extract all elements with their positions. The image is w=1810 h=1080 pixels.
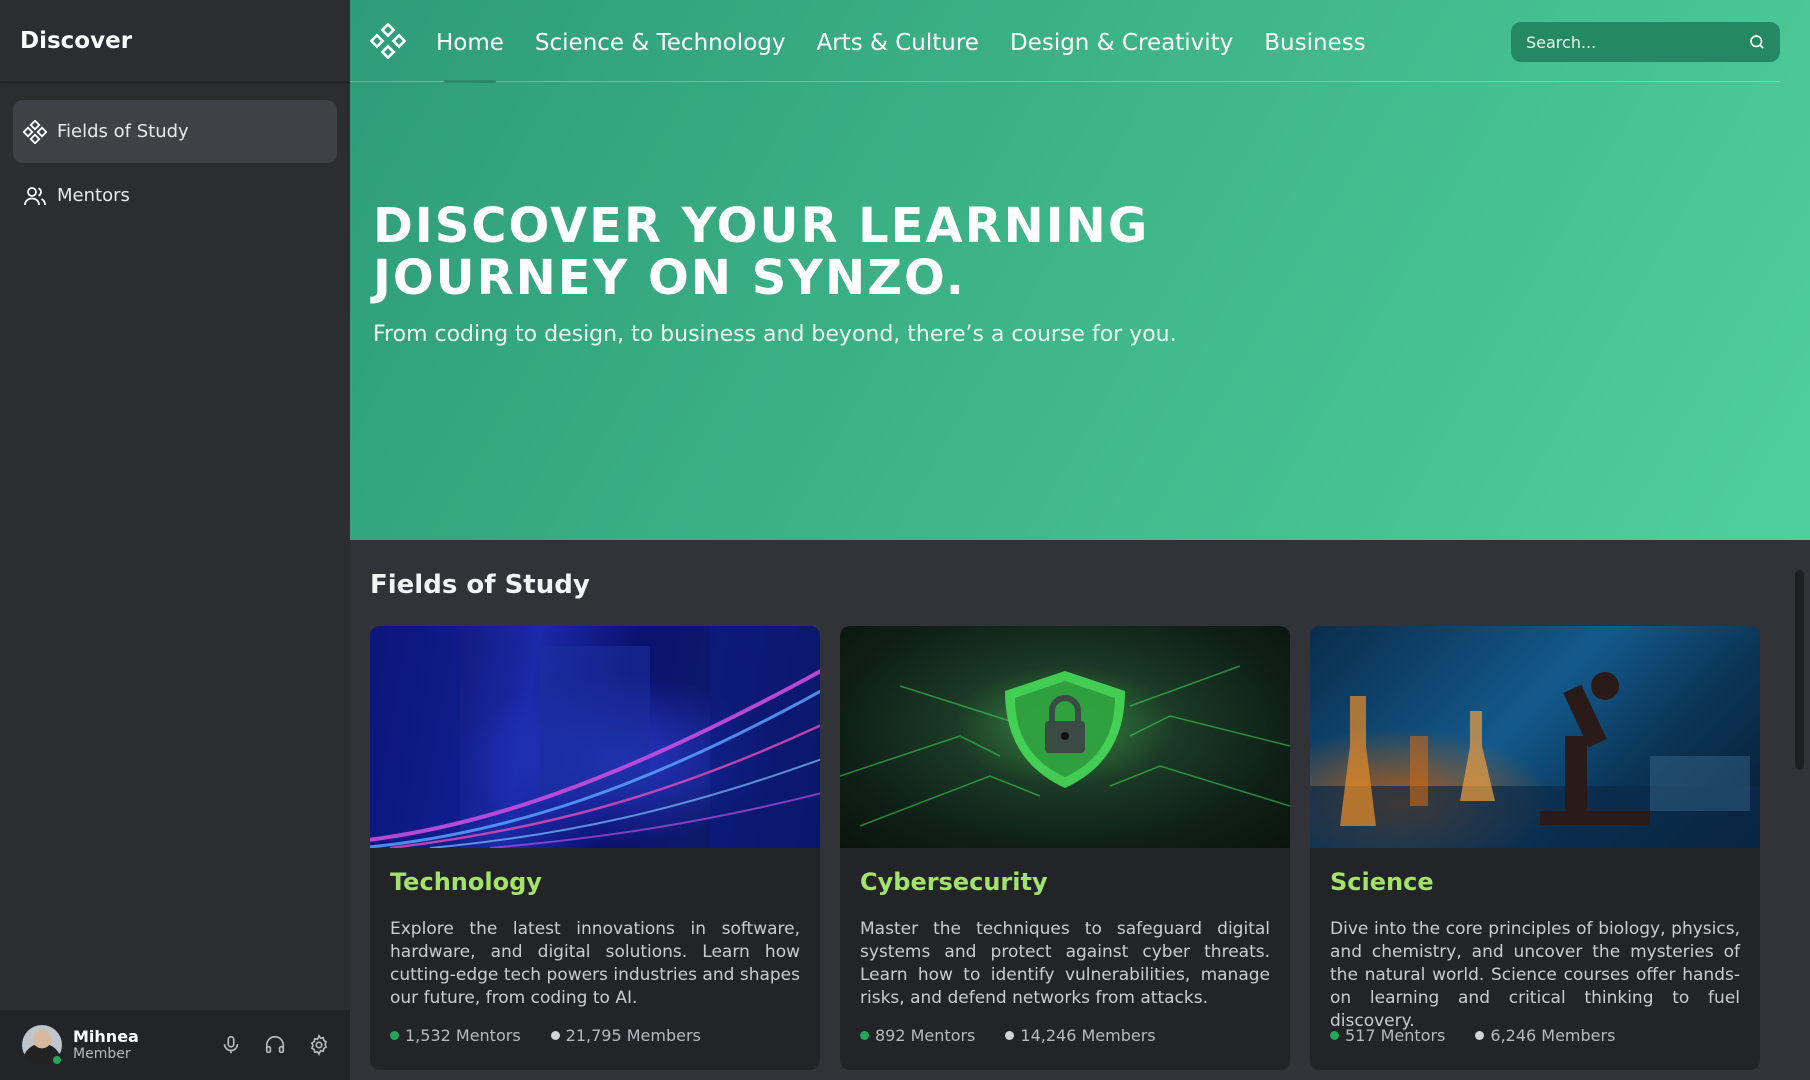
mentor-count-label: 517 Mentors <box>1345 1026 1446 1045</box>
member-dot-icon <box>550 1031 560 1040</box>
sidebar-item-label: Mentors <box>57 185 130 206</box>
online-dot-icon <box>860 1031 869 1040</box>
technology-card-image <box>370 626 820 848</box>
technology-image-art <box>370 626 820 848</box>
member-count: 14,246 Members <box>1005 1026 1156 1045</box>
science-image-art <box>1310 672 1760 848</box>
member-dot-icon <box>1005 1031 1015 1040</box>
card-stats: 892 Mentors 14,246 Members <box>860 1026 1270 1045</box>
sidebar-header: Discover <box>0 0 350 82</box>
users-icon <box>24 186 46 205</box>
card-title: Technology <box>390 868 542 896</box>
cybersecurity-card-image <box>840 626 1290 848</box>
user-actions <box>220 1034 330 1056</box>
member-count: 21,795 Members <box>550 1026 701 1045</box>
tab-home[interactable]: Home <box>436 0 504 83</box>
user-panel: Mihnea Member <box>0 1010 350 1080</box>
card-description: Explore the latest innovations in softwa… <box>390 919 800 1008</box>
cybersecurity-image-art <box>840 665 1290 827</box>
field-card-technology[interactable]: Technology Explore the latest innovation… <box>370 626 820 1070</box>
hero-banner: Home Science & Technology Arts & Culture… <box>350 0 1810 540</box>
fields-card-grid: Technology Explore the latest innovation… <box>370 626 1760 1070</box>
microphone-icon[interactable] <box>220 1034 242 1056</box>
science-card-image <box>1310 626 1760 848</box>
member-count-label: 14,246 Members <box>1020 1026 1156 1045</box>
tab-science-technology[interactable]: Science & Technology <box>535 0 786 82</box>
card-stats: 517 Mentors 6,246 Members <box>1330 1026 1740 1045</box>
gear-icon[interactable] <box>308 1034 330 1056</box>
avatar[interactable] <box>22 1025 64 1067</box>
sidebar-item-fields-of-study[interactable]: Fields of Study <box>13 100 337 163</box>
tab-business[interactable]: Business <box>1264 0 1365 82</box>
mentor-count: 892 Mentors <box>860 1026 975 1045</box>
user-role: Member <box>73 1046 131 1063</box>
logo-icon[interactable] <box>370 22 406 59</box>
diamond-cluster-icon <box>23 119 47 144</box>
online-dot-icon <box>390 1031 399 1040</box>
card-title: Cybersecurity <box>860 868 1048 896</box>
search-icon[interactable] <box>1748 33 1766 51</box>
card-description: Master the techniques to safeguard digit… <box>860 919 1270 1008</box>
hero-title: DISCOVER YOUR LEARNING JOURNEY ON SYNZO. <box>373 198 1150 306</box>
search-input[interactable] <box>1526 32 1748 52</box>
user-info: Mihnea Member <box>73 1027 139 1063</box>
topnav-links: Home Science & Technology Arts & Culture… <box>436 0 1397 83</box>
sidebar: Discover Fields of Study Mentors Mihnea … <box>0 0 350 1080</box>
sidebar-nav: Fields of Study Mentors <box>0 82 350 246</box>
mentor-count: 517 Mentors <box>1330 1026 1445 1045</box>
main-content: Home Science & Technology Arts & Culture… <box>350 0 1810 1080</box>
user-name: Mihnea <box>73 1027 139 1046</box>
sidebar-item-label: Fields of Study <box>57 121 189 142</box>
top-navigation: Home Science & Technology Arts & Culture… <box>350 0 1780 83</box>
scrollbar[interactable] <box>1795 570 1804 770</box>
mentor-count-label: 892 Mentors <box>875 1026 976 1045</box>
member-count: 6,246 Members <box>1475 1026 1615 1045</box>
member-count-label: 6,246 Members <box>1490 1026 1616 1045</box>
tab-arts-culture[interactable]: Arts & Culture <box>816 0 978 82</box>
card-stats: 1,532 Mentors 21,795 Members <box>390 1026 800 1045</box>
mentor-count: 1,532 Mentors <box>390 1026 521 1045</box>
card-description: Dive into the core principles of biology… <box>1330 919 1740 1031</box>
card-title: Science <box>1330 868 1434 896</box>
mentor-count-label: 1,532 Mentors <box>405 1026 521 1045</box>
online-dot-icon <box>1330 1031 1339 1040</box>
sidebar-item-mentors[interactable]: Mentors <box>13 164 337 227</box>
headphones-icon[interactable] <box>264 1034 286 1056</box>
field-card-cybersecurity[interactable]: Cybersecurity Master the techniques to s… <box>840 626 1290 1070</box>
sidebar-title: Discover <box>20 27 133 54</box>
member-dot-icon <box>1475 1031 1485 1040</box>
tab-design-creativity[interactable]: Design & Creativity <box>1010 0 1233 82</box>
hero-subtitle: From coding to design, to business and b… <box>373 322 1177 347</box>
section-title: Fields of Study <box>370 570 590 600</box>
member-count-label: 21,795 Members <box>565 1026 701 1045</box>
status-online-indicator <box>50 1053 64 1067</box>
search-box <box>1511 22 1780 62</box>
field-card-science[interactable]: Science Dive into the core principles of… <box>1310 626 1760 1070</box>
